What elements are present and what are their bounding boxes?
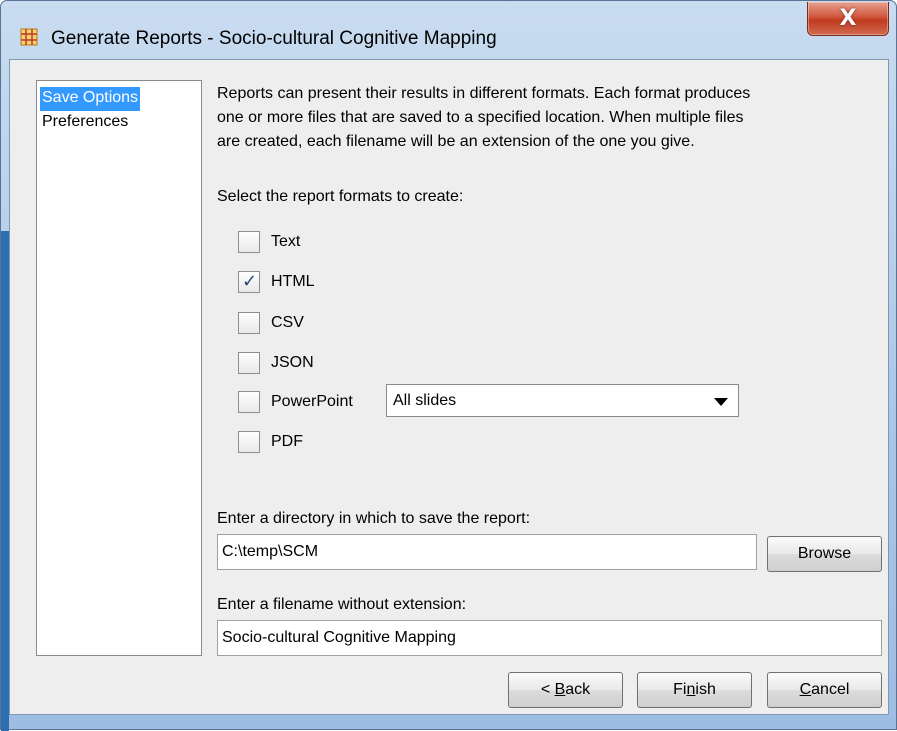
filename-input[interactable]: Socio-cultural Cognitive Mapping [217, 620, 882, 656]
format-option-powerpoint[interactable]: PowerPoint [238, 389, 353, 415]
directory-prompt: Enter a directory in which to save the r… [217, 510, 531, 527]
description-line: one or more files that are saved to a sp… [217, 109, 744, 126]
button-mnemonic: B [554, 681, 566, 698]
filename-prompt: Enter a filename without extension: [217, 596, 467, 613]
button-label-part: ancel [811, 681, 850, 698]
checkbox-label: CSV [271, 314, 304, 331]
button-label-part: < [540, 681, 555, 698]
checkbox-label: PowerPoint [271, 393, 353, 410]
close-icon: X [839, 6, 857, 31]
window-edge [1, 231, 9, 731]
browse-button[interactable]: Browse [767, 536, 882, 572]
button-label-part: ish [695, 681, 716, 698]
dialog-content: Save Options Preferences Reports can pre… [9, 59, 889, 715]
options-sidebar: Save Options Preferences [36, 80, 202, 656]
powerpoint-checkbox[interactable] [238, 391, 260, 413]
button-label-part: Fi [673, 681, 687, 698]
format-option-pdf[interactable]: PDF [238, 429, 303, 455]
checkbox-label: Text [271, 233, 301, 250]
back-button[interactable]: < Back [508, 672, 623, 708]
sidebar-item-preferences[interactable]: Preferences [40, 111, 130, 135]
formats-prompt: Select the report formats to create: [217, 188, 464, 205]
pdf-checkbox[interactable] [238, 431, 260, 453]
button-mnemonic: C [799, 681, 812, 698]
format-option-csv[interactable]: CSV [238, 310, 304, 336]
description-text: Reports can present their results in dif… [217, 82, 887, 154]
html-checkbox[interactable]: ✓ [238, 271, 260, 293]
format-option-html[interactable]: ✓ HTML [238, 269, 315, 295]
format-option-json[interactable]: JSON [238, 350, 314, 376]
csv-checkbox[interactable] [238, 312, 260, 334]
text-checkbox[interactable] [238, 231, 260, 253]
dropdown-arrow-icon [714, 398, 728, 406]
close-button[interactable]: X [807, 2, 889, 36]
powerpoint-slides-dropdown[interactable]: All slides [386, 384, 739, 417]
checkbox-label: PDF [271, 433, 303, 450]
cancel-button[interactable]: Cancel [767, 672, 882, 708]
dialog-window: Generate Reports - Socio-cultural Cognit… [0, 0, 897, 731]
title-bar[interactable]: Generate Reports - Socio-cultural Cognit… [1, 1, 896, 59]
finish-button[interactable]: Finish [637, 672, 752, 708]
format-option-text[interactable]: Text [238, 229, 300, 255]
button-label-part: ack [565, 681, 591, 698]
checkbox-label: JSON [271, 354, 314, 371]
json-checkbox[interactable] [238, 352, 260, 374]
grid-network-icon [20, 28, 38, 46]
checkbox-label: HTML [271, 273, 315, 290]
checkmark-icon: ✓ [242, 271, 258, 292]
description-line: Reports can present their results in dif… [217, 85, 751, 102]
description-line: are created, each filename will be an ex… [217, 133, 695, 150]
sidebar-item-save-options[interactable]: Save Options [40, 87, 141, 111]
dropdown-value: All slides [393, 392, 457, 409]
window-title: Generate Reports - Socio-cultural Cognit… [51, 28, 497, 49]
directory-input[interactable]: C:\temp\SCM [217, 534, 757, 570]
